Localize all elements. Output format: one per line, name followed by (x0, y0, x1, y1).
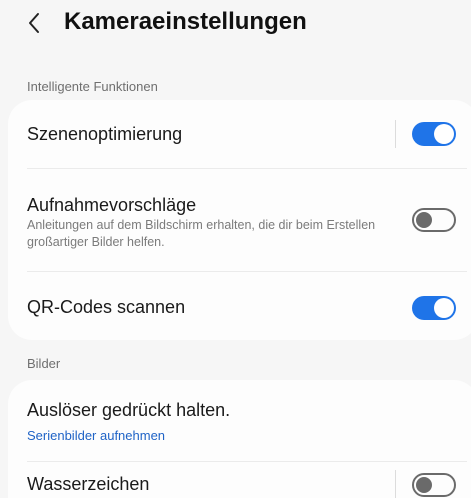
setting-title: QR-Codes scannen (27, 297, 186, 317)
setting-row-scan-qr-codes[interactable]: QR-Codes scannen (8, 272, 471, 340)
setting-row-shot-suggestions[interactable]: Aufnahmevorschläge Anleitungen auf dem B… (8, 169, 471, 270)
setting-row-hold-shutter[interactable]: Auslöser gedrückt halten. Serienbilder a… (8, 380, 471, 461)
setting-row-watermark[interactable]: Wasserzeichen (8, 462, 471, 498)
settings-card-pictures: Auslöser gedrückt halten. Serienbilder a… (8, 380, 471, 498)
back-button[interactable] (22, 8, 46, 38)
toggle-knob (416, 477, 432, 493)
chevron-left-icon (29, 13, 39, 33)
setting-row-scene-optimizer[interactable]: Szenenoptimierung (8, 100, 471, 168)
setting-title: Auslöser gedrückt halten. (27, 400, 231, 420)
scan-qr-codes-toggle[interactable] (412, 296, 456, 320)
scene-optimizer-toggle[interactable] (412, 122, 456, 146)
section-label-intelligent-functions: Intelligente Funktionen (27, 79, 158, 94)
toggle-knob (416, 212, 432, 228)
app-header: Kameraeinstellungen (0, 0, 471, 50)
watermark-toggle[interactable] (412, 473, 456, 497)
setting-value-link: Serienbilder aufnehmen (27, 428, 166, 443)
shot-suggestions-toggle[interactable] (412, 208, 456, 232)
vertical-separator (395, 120, 396, 148)
page-title: Kameraeinstellungen (64, 8, 307, 35)
toggle-knob (434, 124, 454, 144)
settings-card-intelligent-functions: Szenenoptimierung Aufnahmevorschläge Anl… (8, 100, 471, 340)
section-label-pictures: Bilder (27, 356, 61, 371)
setting-title: Szenenoptimierung (27, 124, 183, 144)
setting-title: Wasserzeichen (27, 474, 150, 494)
camera-settings-screen: Kameraeinstellungen Intelligente Funktio… (0, 0, 471, 498)
toggle-knob (434, 298, 454, 318)
vertical-separator (395, 470, 396, 498)
setting-subtitle: Anleitungen auf dem Bildschirm erhalten,… (27, 218, 376, 249)
setting-title: Aufnahmevorschläge (27, 195, 197, 215)
